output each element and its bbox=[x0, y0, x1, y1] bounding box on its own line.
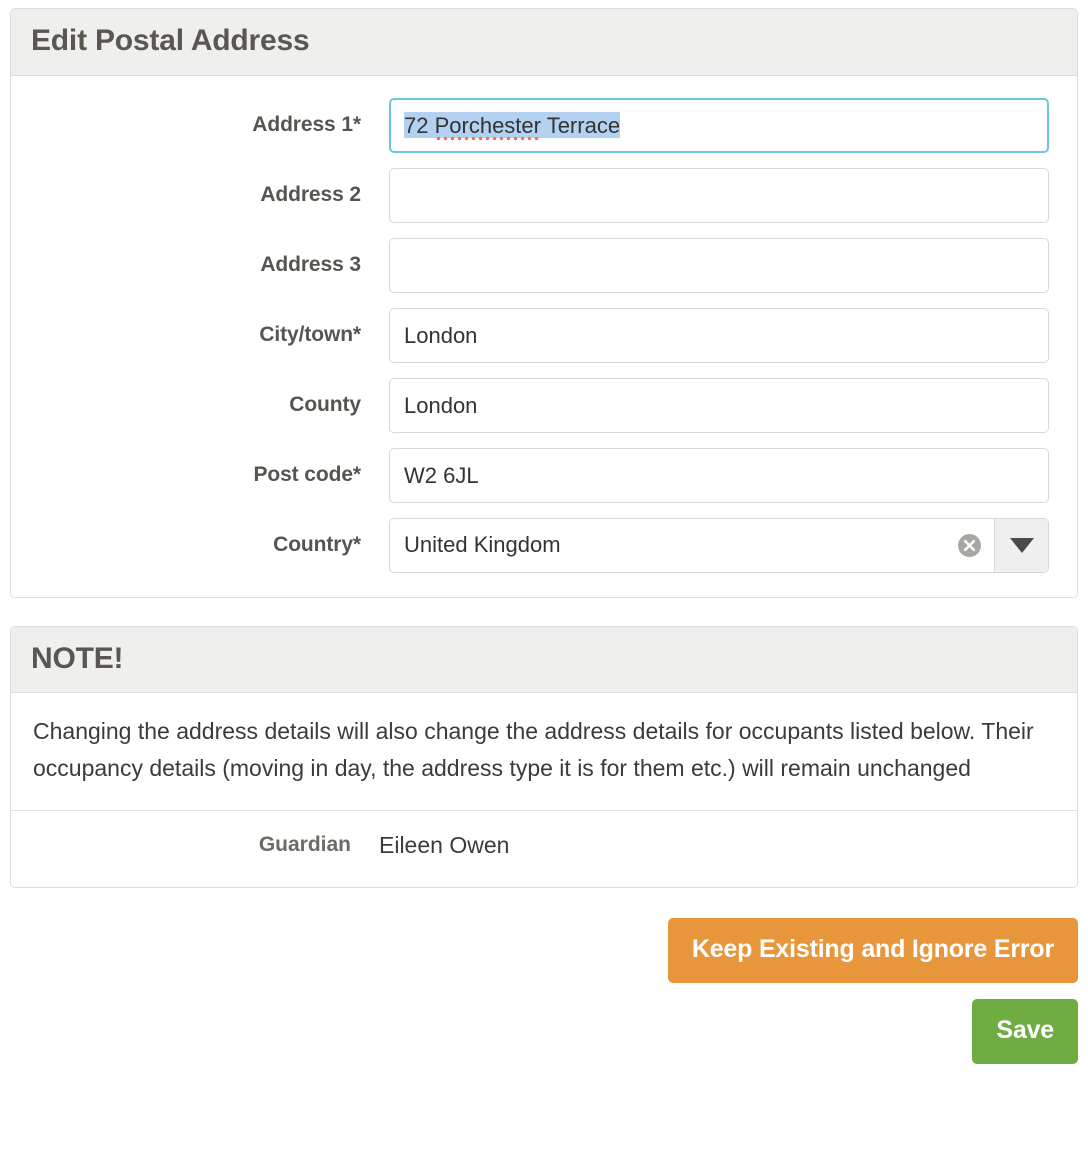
county-input[interactable]: London bbox=[389, 378, 1049, 433]
save-button[interactable]: Save bbox=[972, 999, 1078, 1064]
field-wrap-country: United Kingdom bbox=[389, 518, 1049, 573]
form-row-address-3: Address 3 bbox=[21, 238, 1049, 293]
clear-circle-x-icon[interactable] bbox=[957, 533, 982, 558]
form-row-address-2: Address 2 bbox=[21, 168, 1049, 223]
field-wrap-address-1: 72 Porchester Terrace bbox=[389, 98, 1049, 153]
page-title: Edit Postal Address bbox=[31, 25, 1057, 57]
form-row-city-town: City/town* London bbox=[21, 308, 1049, 363]
country-selected-text: United Kingdom bbox=[404, 532, 957, 558]
action-line-primary: Keep Existing and Ignore Error bbox=[10, 918, 1078, 983]
country-dropdown-button[interactable] bbox=[994, 519, 1048, 572]
label-address-3: Address 3 bbox=[21, 252, 389, 277]
address-3-input[interactable] bbox=[389, 238, 1049, 293]
note-text: Changing the address details will also c… bbox=[11, 693, 1077, 810]
field-wrap-city-town: London bbox=[389, 308, 1049, 363]
form-row-address-1: Address 1* 72 Porchester Terrace bbox=[21, 98, 1049, 153]
edit-postal-address-page: Edit Postal Address Address 1* 72 Porche… bbox=[0, 0, 1088, 1174]
label-address-1: Address 1* bbox=[21, 112, 389, 137]
field-wrap-post-code: W2 6JL bbox=[389, 448, 1049, 503]
form-row-country: Country* United Kingdom bbox=[21, 518, 1049, 573]
note-panel: NOTE! Changing the address details will … bbox=[10, 626, 1078, 889]
note-panel-body: Changing the address details will also c… bbox=[11, 693, 1077, 887]
label-county: County bbox=[21, 392, 389, 417]
note-panel-header: NOTE! bbox=[11, 627, 1077, 694]
occupant-name: Eileen Owen bbox=[379, 831, 1077, 860]
action-line-secondary: Save bbox=[10, 999, 1078, 1064]
address-panel: Edit Postal Address Address 1* 72 Porche… bbox=[10, 8, 1078, 598]
label-address-2: Address 2 bbox=[21, 182, 389, 207]
chevron-down-icon bbox=[1010, 538, 1034, 553]
field-wrap-address-2 bbox=[389, 168, 1049, 223]
form-row-county: County London bbox=[21, 378, 1049, 433]
occupant-role-label: Guardian bbox=[11, 831, 379, 858]
label-post-code: Post code* bbox=[21, 462, 389, 487]
list-item: Guardian Eileen Owen bbox=[11, 811, 1077, 888]
address-1-value-prefix: 72 bbox=[404, 113, 435, 138]
address-panel-body: Address 1* 72 Porchester Terrace Address… bbox=[11, 76, 1077, 597]
address-1-value-suffix: Terrace bbox=[541, 113, 620, 138]
address-2-input[interactable] bbox=[389, 168, 1049, 223]
label-city-town: City/town* bbox=[21, 322, 389, 347]
action-buttons: Keep Existing and Ignore Error Save bbox=[10, 888, 1078, 1064]
field-wrap-county: London bbox=[389, 378, 1049, 433]
address-form: Address 1* 72 Porchester Terrace Address… bbox=[11, 76, 1077, 597]
label-country: Country* bbox=[21, 532, 389, 557]
address-1-misspelled-word: Porchester bbox=[435, 113, 541, 143]
keep-existing-and-ignore-error-button[interactable]: Keep Existing and Ignore Error bbox=[668, 918, 1078, 983]
address-panel-header: Edit Postal Address bbox=[11, 9, 1077, 76]
address-1-input[interactable]: 72 Porchester Terrace bbox=[389, 98, 1049, 153]
form-row-post-code: Post code* W2 6JL bbox=[21, 448, 1049, 503]
occupants-list: Guardian Eileen Owen bbox=[11, 810, 1077, 888]
post-code-input[interactable]: W2 6JL bbox=[389, 448, 1049, 503]
country-select[interactable]: United Kingdom bbox=[389, 518, 1049, 573]
city-town-input[interactable]: London bbox=[389, 308, 1049, 363]
field-wrap-address-3 bbox=[389, 238, 1049, 293]
note-title: NOTE! bbox=[31, 643, 1057, 675]
country-select-value[interactable]: United Kingdom bbox=[390, 519, 994, 572]
